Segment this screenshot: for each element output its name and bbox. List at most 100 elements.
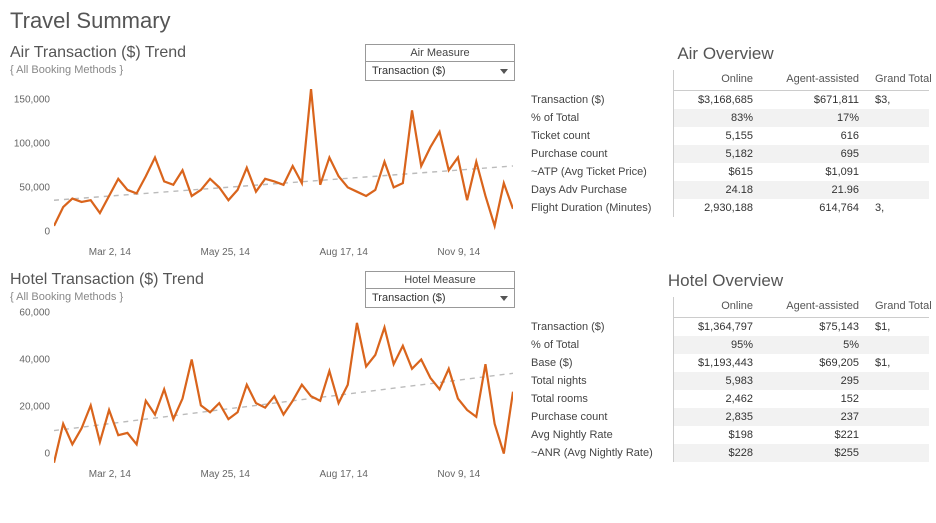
row-label: Total rooms (525, 390, 673, 408)
cell: 2,930,188 (673, 199, 763, 217)
x-tick: Aug 17, 14 (320, 469, 368, 487)
air-measure-dropdown[interactable]: Transaction ($) (366, 62, 514, 80)
cell: 5,182 (673, 145, 763, 163)
cell: $1, (869, 318, 929, 337)
x-tick: Aug 17, 14 (320, 247, 368, 265)
x-tick: May 25, 14 (201, 469, 250, 487)
x-tick: May 25, 14 (201, 247, 250, 265)
air-chart-subtitle: { All Booking Methods } (10, 64, 186, 76)
column-header: Grand Total (869, 70, 929, 91)
table-row: Flight Duration (Minutes)2,930,188614,76… (525, 199, 929, 217)
cell (869, 372, 929, 390)
cell (869, 444, 929, 462)
cell: 17% (763, 109, 869, 127)
hotel-chart-title: Hotel Transaction ($) Trend (10, 271, 204, 289)
x-tick: Mar 2, 14 (89, 247, 131, 265)
cell: 616 (763, 127, 869, 145)
cell: $3, (869, 91, 929, 110)
cell: $221 (763, 426, 869, 444)
chevron-down-icon (500, 296, 508, 301)
page-title: Travel Summary (10, 8, 926, 34)
table-row: Transaction ($)$3,168,685$671,811$3, (525, 91, 929, 110)
column-header: Agent-assisted (763, 70, 869, 91)
cell: 614,764 (763, 199, 869, 217)
y-tick: 0 (44, 449, 50, 460)
cell: 3, (869, 199, 929, 217)
cell: $1,091 (763, 163, 869, 181)
hotel-overview-table: OnlineAgent-assistedGrand Total Transact… (525, 297, 929, 462)
air-chart[interactable]: 0 50,000 100,000 150,000 Mar 2, 14 May 25, 1… (10, 85, 515, 265)
hotel-chart[interactable]: 020,00040,00060,000 Mar 2, 14May 25, 14A… (10, 312, 515, 487)
row-label: Days Adv Purchase (525, 181, 673, 199)
table-row: Base ($)$1,193,443$69,205$1, (525, 354, 929, 372)
row-label: Ticket count (525, 127, 673, 145)
y-tick: 60,000 (19, 307, 50, 318)
hotel-measure-label: Hotel Measure (366, 272, 514, 289)
y-tick: 150,000 (14, 95, 50, 106)
y-tick: 50,000 (19, 183, 50, 194)
air-measure-label: Air Measure (366, 45, 514, 62)
cell: 95% (673, 336, 763, 354)
column-header: Online (673, 70, 763, 91)
column-header: Agent-assisted (763, 297, 869, 318)
cell: 237 (763, 408, 869, 426)
air-measure-selector[interactable]: Air Measure Transaction ($) (365, 44, 515, 81)
cell: $228 (673, 444, 763, 462)
table-row: Purchase count2,835237 (525, 408, 929, 426)
air-overview-table: OnlineAgent-assistedGrand Total Transact… (525, 70, 929, 217)
air-overview-title: Air Overview (525, 44, 926, 64)
cell: $671,811 (763, 91, 869, 110)
cell: 21.96 (763, 181, 869, 199)
air-measure-value: Transaction ($) (372, 65, 446, 77)
table-row: Purchase count5,182695 (525, 145, 929, 163)
row-label: Total nights (525, 372, 673, 390)
cell: 83% (673, 109, 763, 127)
row-label: Purchase count (525, 145, 673, 163)
cell (869, 336, 929, 354)
x-tick: Nov 9, 14 (437, 247, 480, 265)
cell (869, 390, 929, 408)
hotel-measure-dropdown[interactable]: Transaction ($) (366, 289, 514, 307)
row-label: ~ANR (Avg Nightly Rate) (525, 444, 673, 462)
cell (869, 181, 929, 199)
y-tick: 0 (44, 227, 50, 238)
cell: 295 (763, 372, 869, 390)
row-label: Transaction ($) (525, 318, 673, 337)
table-row: Avg Nightly Rate$198$221 (525, 426, 929, 444)
cell: $75,143 (763, 318, 869, 337)
row-label: % of Total (525, 109, 673, 127)
table-row: % of Total95%5% (525, 336, 929, 354)
cell (869, 145, 929, 163)
y-tick: 100,000 (14, 139, 50, 150)
cell: $1,364,797 (673, 318, 763, 337)
column-header: Online (673, 297, 763, 318)
cell (869, 408, 929, 426)
cell: 5,155 (673, 127, 763, 145)
hotel-overview-title: Hotel Overview (525, 271, 926, 291)
table-row: Days Adv Purchase24.1821.96 (525, 181, 929, 199)
row-label: Base ($) (525, 354, 673, 372)
row-label: % of Total (525, 336, 673, 354)
hotel-chart-subtitle: { All Booking Methods } (10, 291, 204, 303)
cell (869, 127, 929, 145)
cell: $1, (869, 354, 929, 372)
y-tick: 20,000 (19, 401, 50, 412)
table-row: ~ANR (Avg Nightly Rate)$228$255 (525, 444, 929, 462)
cell: $1,193,443 (673, 354, 763, 372)
cell (869, 163, 929, 181)
table-row: Transaction ($)$1,364,797$75,143$1, (525, 318, 929, 337)
cell: 24.18 (673, 181, 763, 199)
hotel-measure-value: Transaction ($) (372, 292, 446, 304)
cell: 2,835 (673, 408, 763, 426)
table-row: Ticket count5,155616 (525, 127, 929, 145)
cell: $198 (673, 426, 763, 444)
cell: $615 (673, 163, 763, 181)
cell: $255 (763, 444, 869, 462)
cell: $69,205 (763, 354, 869, 372)
x-tick: Nov 9, 14 (437, 469, 480, 487)
hotel-measure-selector[interactable]: Hotel Measure Transaction ($) (365, 271, 515, 308)
cell (869, 426, 929, 444)
cell: 5,983 (673, 372, 763, 390)
cell: $3,168,685 (673, 91, 763, 110)
x-tick: Mar 2, 14 (89, 469, 131, 487)
